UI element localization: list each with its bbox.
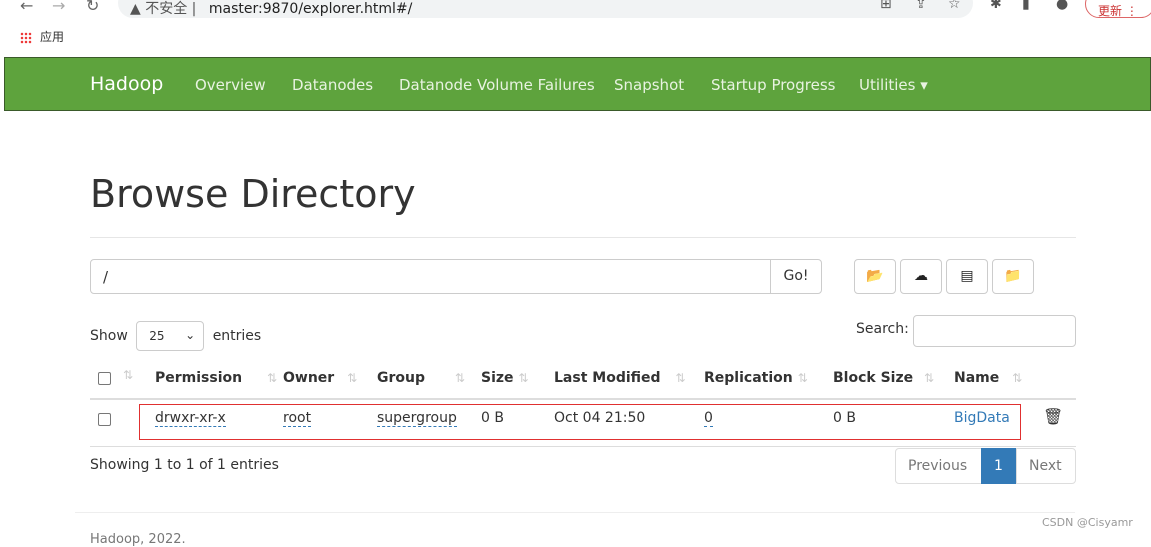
- nav-volume-failures[interactable]: Datanode Volume Failures: [399, 76, 595, 94]
- go-button[interactable]: Go!: [770, 259, 822, 294]
- address-bar[interactable]: ▲ 不安全 | master:9870/explorer.html#/: [118, 0, 973, 18]
- profile-icon[interactable]: ●: [1056, 0, 1068, 12]
- apps-icon: [20, 31, 32, 44]
- header-last-modified[interactable]: Last Modified ⇅: [554, 370, 685, 386]
- select-all-checkbox[interactable]: [98, 372, 111, 385]
- apps-label: 应用: [40, 30, 65, 44]
- previous-button[interactable]: Previous: [895, 448, 982, 484]
- sort-icon[interactable]: ⇅: [123, 368, 133, 382]
- list-button[interactable]: ▤: [946, 259, 988, 294]
- folder-open-icon: 📂: [866, 268, 884, 284]
- entries-label: entries: [212, 328, 262, 344]
- next-button[interactable]: Next: [1016, 448, 1076, 484]
- sidepanel-icon[interactable]: ▮: [1022, 0, 1030, 12]
- bookmark-apps[interactable]: 应用: [20, 28, 64, 45]
- footer-text: Hadoop, 2022.: [90, 532, 186, 547]
- nav-snapshot[interactable]: Snapshot: [614, 76, 684, 94]
- divider: [90, 237, 1076, 238]
- show-label: Show: [90, 328, 128, 344]
- header-block-size[interactable]: Block Size ⇅: [833, 370, 934, 386]
- navbar: Hadoop Overview Datanodes Datanode Volum…: [4, 57, 1151, 111]
- header-divider: [90, 398, 1076, 400]
- entries-control: Show 25 ⌄ entries: [90, 321, 261, 351]
- search-label: Search:: [856, 321, 909, 337]
- brand[interactable]: Hadoop: [90, 73, 163, 95]
- entries-value: 25: [149, 329, 165, 343]
- search-input[interactable]: [913, 315, 1076, 347]
- nav-overview[interactable]: Overview: [195, 76, 266, 94]
- reload-icon[interactable]: ↻: [86, 0, 99, 15]
- create-folder-button[interactable]: 📁: [992, 259, 1034, 294]
- header-name[interactable]: Name ⇅: [954, 370, 1022, 386]
- row-divider: [90, 446, 1076, 447]
- nav-datanodes[interactable]: Datanodes: [292, 76, 373, 94]
- back-icon[interactable]: ←: [20, 0, 33, 15]
- header-size[interactable]: Size ⇅: [481, 370, 528, 386]
- translate-icon[interactable]: ⊞: [880, 0, 892, 12]
- share-icon[interactable]: ⇪: [915, 0, 927, 12]
- header-owner[interactable]: Owner ⇅: [283, 370, 357, 386]
- entries-select[interactable]: 25 ⌄: [136, 321, 205, 351]
- footer-divider: [75, 512, 1075, 513]
- browser-toolbar: ← → ↻ ▲ 不安全 | master:9870/explorer.html#…: [0, 0, 1151, 22]
- page-title: Browse Directory: [90, 172, 416, 216]
- upload-button[interactable]: ☁: [900, 259, 942, 294]
- list-alt-icon: ▤: [960, 268, 974, 284]
- header-replication[interactable]: Replication ⇅: [704, 370, 808, 386]
- folder-open-button[interactable]: 📂: [854, 259, 896, 294]
- url-text: master:9870/explorer.html#/: [208, 1, 413, 17]
- update-button[interactable]: 更新 ⋮: [1085, 0, 1151, 18]
- chevron-down-icon: ⌄: [185, 328, 196, 342]
- update-label: 更新: [1098, 4, 1123, 18]
- page-1-button[interactable]: 1: [981, 448, 1017, 484]
- warning-icon: ▲: [130, 1, 141, 17]
- nav-utilities[interactable]: Utilities ▾: [859, 76, 928, 94]
- cloud-upload-icon: ☁: [914, 268, 928, 284]
- trash-icon[interactable]: 🗑: [1043, 407, 1063, 426]
- path-input[interactable]: /: [90, 259, 771, 294]
- watermark: CSDN @Cisyamr: [1042, 516, 1133, 529]
- security-label: 不安全: [145, 1, 188, 17]
- nav-startup-progress[interactable]: Startup Progress: [711, 76, 835, 94]
- row-checkbox[interactable]: [98, 413, 111, 426]
- forward-icon[interactable]: →: [52, 0, 65, 15]
- folder-create-icon: 📁: [1004, 268, 1022, 284]
- highlight-box: [139, 404, 1021, 440]
- header-permission[interactable]: Permission ⇅: [155, 370, 277, 386]
- pagination-info: Showing 1 to 1 of 1 entries: [90, 457, 279, 473]
- extensions-icon[interactable]: ✱: [990, 0, 1002, 12]
- header-group[interactable]: Group ⇅: [377, 370, 465, 386]
- star-icon[interactable]: ☆: [948, 0, 961, 12]
